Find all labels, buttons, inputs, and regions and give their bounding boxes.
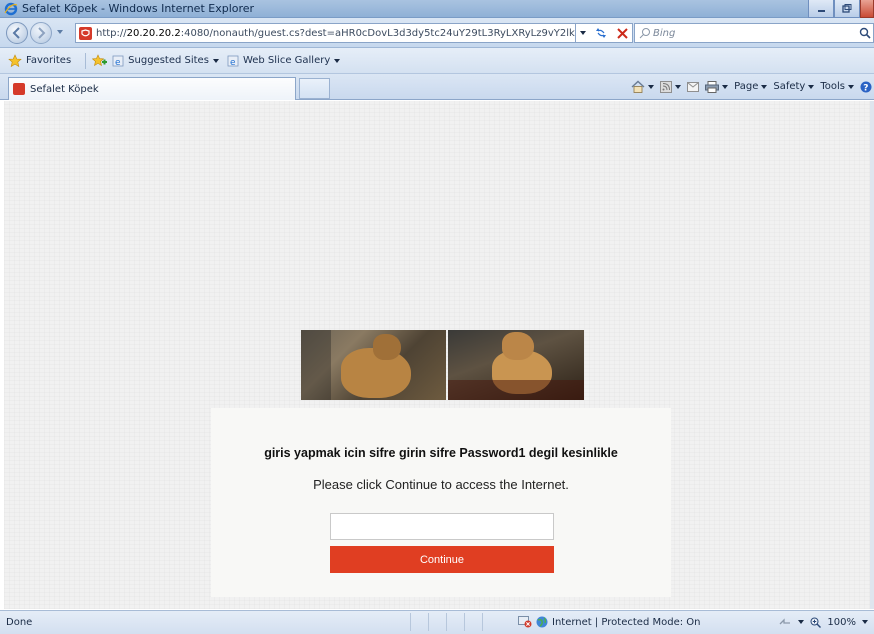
password-input[interactable] [330,513,554,540]
add-to-favorites-icon[interactable] [92,53,108,68]
site-favicon-icon [13,83,25,95]
login-heading: giris yapmak icin sifre girin sifre Pass… [264,446,618,460]
divider [85,52,87,69]
chevron-down-icon [862,620,868,624]
navigation-bar: http://20.20.20.2:4080/nonauth/guest.cs?… [0,18,874,48]
help-icon: ? [860,81,872,93]
continue-button[interactable]: Continue [330,546,554,573]
zoom-level: 100% [827,616,856,628]
title-bar: Sefalet Köpek - Windows Internet Explore… [0,0,874,18]
back-button[interactable] [6,22,28,44]
chevron-down-icon [675,84,682,89]
search-provider-icon [639,28,650,39]
suggested-sites-label: Suggested Sites [128,55,209,66]
status-text: Done [6,617,33,628]
search-input[interactable]: Bing [653,28,859,39]
status-pane [464,613,482,631]
tools-menu-label: Tools [820,81,845,92]
safety-menu-label: Safety [773,81,806,92]
address-tools [576,23,633,43]
ie-logo-icon [4,2,18,16]
tab-bar: Sefalet Köpek Page Safety Tools ? [0,74,874,100]
recent-pages-dropdown[interactable] [57,30,63,34]
window-title: Sefalet Köpek - Windows Internet Explore… [22,2,255,15]
address-dropdown-icon[interactable] [580,31,587,35]
change-status-icon[interactable] [778,616,792,628]
svg-text:e: e [115,58,121,67]
read-mail-button[interactable] [687,81,700,92]
favorites-label: Favorites [26,55,72,66]
restore-icon [842,4,852,13]
popup-blocked-icon [518,616,532,628]
zoom-control[interactable]: 100% [778,616,868,628]
favorites-bar: Favorites e Suggested Sites e Web Slice … [0,48,874,74]
dog-photo-right [447,330,584,400]
page-content: giris yapmak icin sifre girin sifre Pass… [4,101,870,609]
search-box[interactable]: Bing [634,23,874,43]
chevron-down-icon [334,58,341,63]
home-icon [631,80,645,93]
page-menu[interactable]: Page [734,81,768,92]
ie-page-icon: e [227,55,239,67]
favorites-button[interactable]: Favorites [8,53,72,68]
chevron-down-icon [808,84,815,89]
address-field[interactable]: http://20.20.20.2:4080/nonauth/guest.cs?… [75,23,576,43]
star-icon [8,53,22,67]
svg-text:e: e [230,58,236,67]
login-card: giris yapmak icin sifre girin sifre Pass… [211,408,671,597]
status-bar: Done Internet | Protected Mode: On 100% [0,610,874,634]
stop-icon[interactable] [617,27,628,39]
maximize-button[interactable] [834,0,860,18]
new-tab-button[interactable] [299,78,330,99]
chevron-down-icon [761,84,768,89]
forward-button[interactable] [30,22,52,44]
refresh-icon[interactable] [594,27,608,39]
status-pane [410,613,428,631]
safety-menu[interactable]: Safety [773,81,815,92]
site-favicon-icon [79,26,92,40]
tab-label: Sefalet Köpek [30,83,99,95]
page-menu-label: Page [734,81,759,92]
status-pane [482,613,500,631]
mail-icon [687,81,700,92]
zoom-icon [810,617,822,628]
url-text: http://20.20.20.2:4080/nonauth/guest.cs?… [96,27,575,39]
back-arrow-icon [12,27,20,39]
search-icon[interactable] [859,27,871,39]
close-window-button[interactable] [860,0,874,18]
ie-page-icon: e [112,55,124,67]
minimize-button[interactable] [808,0,834,18]
chevron-down-icon [212,58,219,63]
zone-text: Internet | Protected Mode: On [552,616,701,628]
dog-photo-left [301,330,446,400]
status-pane [428,613,446,631]
vertical-scrollbar[interactable] [870,101,874,609]
chevron-down-icon [848,84,854,89]
status-panes [410,613,500,631]
home-button[interactable] [631,80,655,93]
login-instructions: Please click Continue to access the Inte… [313,477,569,492]
svg-text:?: ? [863,83,868,93]
rss-feed-icon [660,80,673,93]
minimize-icon [817,10,825,12]
tab-sefalet-kopek[interactable]: Sefalet Köpek [8,77,296,100]
forward-arrow-icon [38,27,46,39]
status-pane [446,613,464,631]
web-slice-gallery-label: Web Slice Gallery [242,55,331,66]
print-button[interactable] [705,80,729,93]
chevron-down-icon [722,84,729,89]
tools-menu[interactable]: Tools [820,81,854,92]
web-slice-gallery-link[interactable]: e Web Slice Gallery [227,55,341,67]
globe-icon [536,616,548,628]
command-bar: Page Safety Tools ? [631,80,872,93]
dog-photo-banner [301,330,584,400]
suggested-sites-link[interactable]: e Suggested Sites [112,55,219,67]
chevron-down-icon [798,620,805,624]
security-zone[interactable]: Internet | Protected Mode: On [518,616,700,628]
printer-icon [705,80,720,93]
help-button[interactable]: ? [860,81,872,93]
feeds-button[interactable] [660,80,682,93]
chevron-down-icon [648,84,655,89]
